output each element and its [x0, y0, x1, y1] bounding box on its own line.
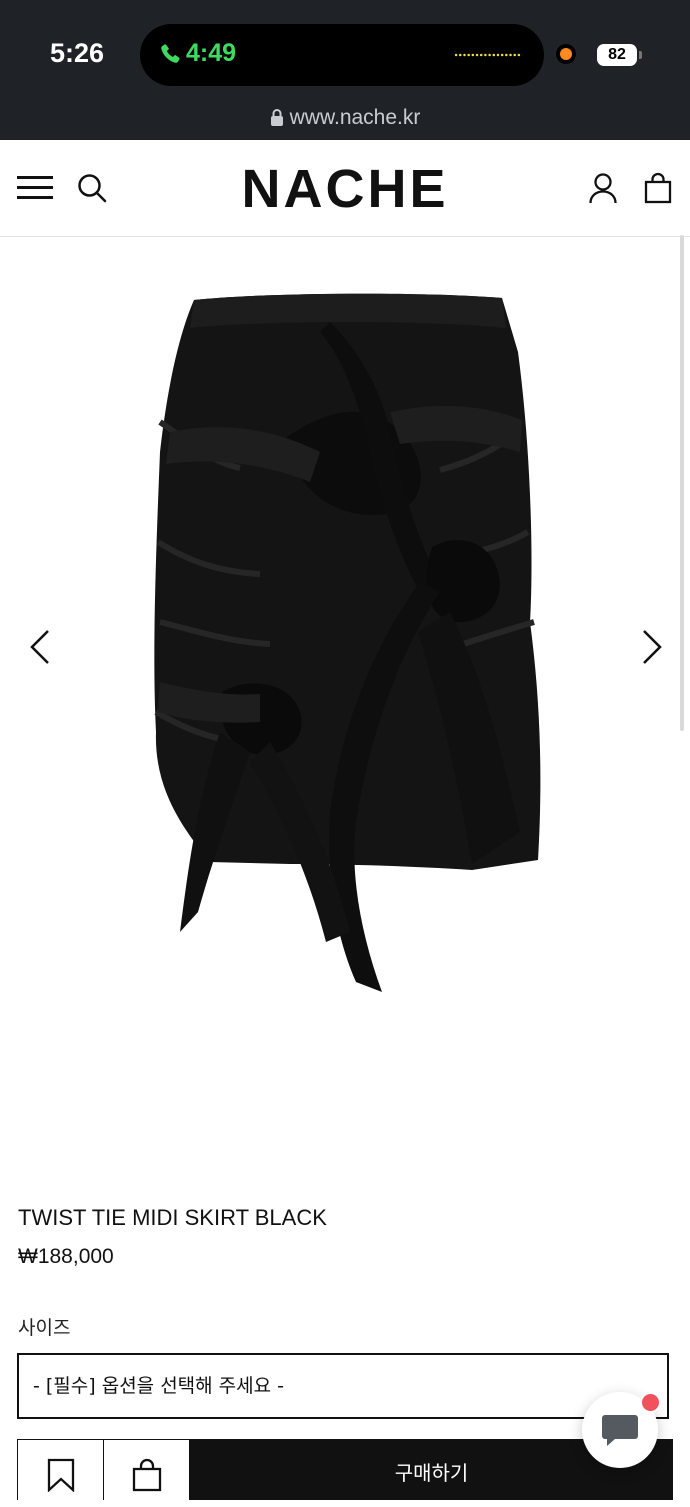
shopping-bag-icon [132, 1458, 162, 1492]
product-image [154, 293, 541, 992]
url-bar[interactable]: www.nache.kr [0, 106, 690, 130]
chevron-right-icon[interactable] [640, 629, 664, 665]
menu-icon[interactable] [17, 176, 53, 200]
call-duration: 4:49 [186, 39, 237, 67]
size-option-label: 사이즈 [18, 1317, 71, 1339]
notification-badge [640, 1392, 661, 1413]
chat-bubble-icon [602, 1415, 638, 1446]
shopping-bag-icon[interactable] [644, 172, 672, 204]
privacy-indicator-dot [560, 48, 572, 60]
user-icon[interactable] [588, 172, 618, 204]
lock-icon [270, 109, 283, 126]
chevron-left-icon[interactable] [28, 629, 52, 665]
site-header: NACHE [0, 140, 690, 237]
dynamic-island[interactable]: 4:49 [140, 24, 544, 86]
audio-waveform-icon [454, 53, 522, 57]
clock: 5:26 [50, 38, 105, 68]
product-name: TWIST TIE MIDI SKIRT BLACK [18, 1205, 327, 1230]
size-select[interactable]: - [필수] 옵션을 선택해 주세요 - [17, 1353, 669, 1419]
page-scrollbar[interactable] [680, 235, 684, 731]
wishlist-button[interactable] [17, 1439, 104, 1500]
add-to-cart-button[interactable] [103, 1439, 190, 1500]
phone-icon [161, 44, 180, 63]
product-price: ₩188,000 [18, 1245, 114, 1268]
status-bar: 5:26 4:49 82 www.nache.kr [0, 0, 690, 140]
bookmark-icon [47, 1458, 75, 1492]
url-text: www.nache.kr [289, 106, 421, 129]
product-gallery[interactable] [0, 235, 690, 1177]
battery-indicator: 82 [597, 44, 637, 66]
battery-tip [639, 51, 642, 59]
search-icon[interactable] [77, 173, 107, 203]
